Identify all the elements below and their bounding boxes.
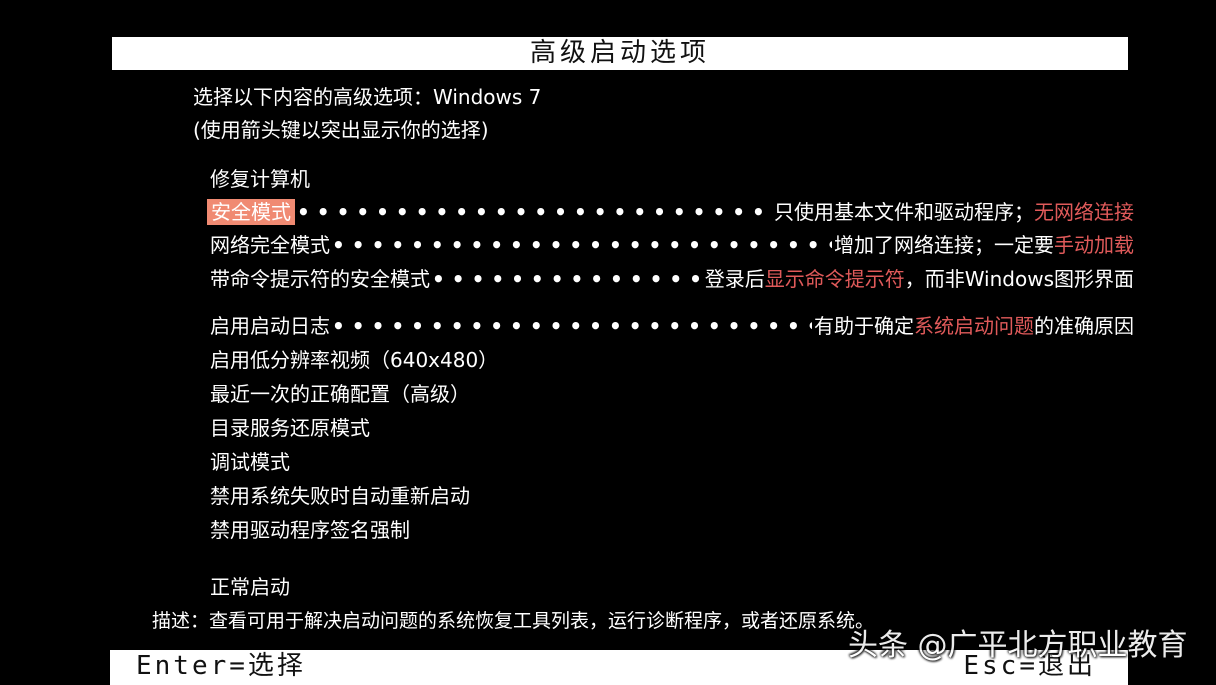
option-safe-mode[interactable]: 安全模式 只使用基本文件和驱动程序；无网络连接 xyxy=(207,199,1134,225)
option-label: 启用启动日志 xyxy=(210,314,330,338)
option-low-resolution-video[interactable]: 启用低分辨率视频（640x480） xyxy=(210,347,1134,373)
annotation-text: 登录后 xyxy=(704,267,765,291)
option-label: 网络完全模式 xyxy=(210,233,330,257)
option-annotation: 增加了网络连接；一定要手动加载 xyxy=(834,232,1134,258)
title-bar: 高级启动选项 xyxy=(112,37,1128,70)
annotation-tail: 的准确原因 xyxy=(1034,314,1134,338)
option-safe-mode-networking[interactable]: 网络完全模式 增加了网络连接；一定要手动加载 xyxy=(210,232,1134,258)
option-description: 描述：查看可用于解决启动问题的系统恢复工具列表，运行诊断程序，或者还原系统。 xyxy=(152,610,875,632)
option-label: 带命令提示符的安全模式 xyxy=(210,267,430,291)
annotation-text: 有助于确定 xyxy=(814,314,914,338)
option-label: 正常启动 xyxy=(210,575,290,599)
option-label: 调试模式 xyxy=(210,450,290,474)
option-disable-driver-signature[interactable]: 禁用驱动程序签名强制 xyxy=(210,517,1134,543)
option-label: 禁用系统失败时自动重新启动 xyxy=(210,484,470,508)
watermark: 头条 @广平北方职业教育 xyxy=(848,628,1188,663)
leader-dots xyxy=(332,313,812,339)
annotation-highlight: 手动加载 xyxy=(1054,233,1134,257)
option-last-known-good[interactable]: 最近一次的正确配置（高级） xyxy=(210,381,1134,407)
os-prompt: 选择以下内容的高级选项：Windows 7 xyxy=(193,85,542,109)
page-title: 高级启动选项 xyxy=(529,38,710,68)
option-annotation: 登录后显示命令提示符，而非Windows图形界面 xyxy=(705,266,1134,292)
option-label: 安全模式 xyxy=(207,199,295,225)
annotation-text: 只使用基本文件和驱动程序； xyxy=(774,200,1034,224)
option-annotation: 只使用基本文件和驱动程序；无网络连接 xyxy=(774,199,1134,225)
leader-dots xyxy=(332,232,832,258)
option-label: 最近一次的正确配置（高级） xyxy=(210,382,470,406)
annotation-highlight: 系统启动问题 xyxy=(914,314,1034,338)
annotation-highlight: 显示命令提示符 xyxy=(764,267,905,291)
option-label: 目录服务还原模式 xyxy=(210,416,370,440)
navigation-hint: (使用箭头键以突出显示你的选择) xyxy=(193,118,489,142)
leader-dots xyxy=(297,199,772,225)
option-label: 启用低分辨率视频（640x480） xyxy=(210,348,499,372)
option-disable-auto-restart[interactable]: 禁用系统失败时自动重新启动 xyxy=(210,483,1134,509)
option-safe-mode-command-prompt[interactable]: 带命令提示符的安全模式 登录后显示命令提示符，而非Windows图形界面 xyxy=(210,266,1134,292)
option-debugging-mode[interactable]: 调试模式 xyxy=(210,449,1134,475)
option-directory-services-restore[interactable]: 目录服务还原模式 xyxy=(210,415,1134,441)
option-boot-logging[interactable]: 启用启动日志 有助于确定系统启动问题的准确原因 xyxy=(210,313,1134,339)
option-start-normally[interactable]: 正常启动 xyxy=(210,574,1134,600)
leader-dots xyxy=(432,266,703,292)
option-annotation: 有助于确定系统启动问题的准确原因 xyxy=(814,313,1134,339)
option-repair-computer[interactable]: 修复计算机 xyxy=(210,166,1134,192)
option-label: 禁用驱动程序签名强制 xyxy=(210,518,410,542)
annotation-highlight: 无网络连接 xyxy=(1034,200,1134,224)
annotation-text: 增加了网络连接；一定要 xyxy=(834,233,1054,257)
option-label: 修复计算机 xyxy=(210,167,310,191)
annotation-tail: ，而非Windows图形界面 xyxy=(904,267,1134,291)
enter-key-hint[interactable]: Enter=选择 xyxy=(136,650,306,683)
